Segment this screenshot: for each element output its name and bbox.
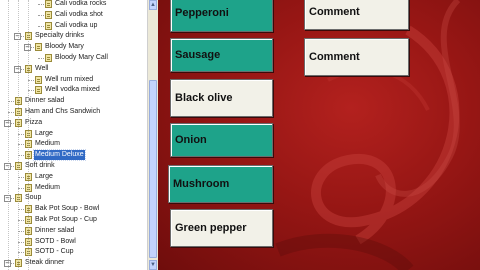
tree-item-label[interactable]: SOTD - Cup — [34, 247, 75, 257]
tree-guide-line — [28, 0, 29, 270]
menu-item-icon — [45, 21, 52, 30]
menu-item-icon — [45, 54, 52, 62]
tree-connector — [38, 14, 44, 16]
tree-item-label[interactable]: Dinner salad — [24, 96, 65, 106]
tree-item-label[interactable]: Pizza — [24, 118, 43, 128]
scroll-thumb[interactable] — [149, 80, 157, 258]
modifier-button-sausage[interactable]: Sausage — [170, 38, 273, 72]
menu-item-icon — [35, 86, 42, 95]
scroll-up-arrow-icon[interactable]: ▲ — [149, 0, 157, 10]
tree-guide-line — [8, 0, 9, 270]
comment-button-2[interactable]: Comment — [304, 38, 409, 76]
tree-item-label[interactable]: SOTD - Bowl — [34, 237, 77, 247]
tree-connector — [38, 4, 44, 5]
comment-button-1[interactable]: Comment — [304, 0, 409, 30]
menu-item-icon — [45, 10, 52, 19]
modifier-button-black-olive[interactable]: Black olive — [170, 79, 273, 117]
tree-scrollbar[interactable]: ▲ ▼ — [147, 0, 158, 270]
menu-tree[interactable]: Cali vodka rocks Cali vodka shot Cali vodk… — [0, 0, 147, 270]
tree-guide-line — [18, 0, 19, 270]
tree-item-label[interactable]: Large — [34, 129, 54, 139]
tree-item-label[interactable]: Soup — [24, 193, 42, 203]
modifier-button-pepperoni[interactable]: Pepperoni — [170, 0, 273, 32]
tree-connector — [38, 25, 44, 27]
tree-connector — [38, 58, 44, 59]
modifier-button-mushroom[interactable]: Mushroom — [168, 165, 273, 203]
scroll-down-arrow-icon[interactable]: ▼ — [149, 260, 157, 270]
tree-item-label[interactable]: Medium — [34, 139, 61, 149]
tree-item-label[interactable]: Bloody Mary — [44, 42, 85, 52]
tree-item-label[interactable]: Bloody Mary Call — [54, 53, 109, 63]
tree-item-label[interactable]: Medium Deluxe — [33, 149, 86, 162]
menu-item-icon — [35, 43, 42, 52]
menu-item-icon — [35, 75, 42, 84]
tree-item-label[interactable]: Medium — [34, 183, 61, 193]
tree-item-label[interactable]: Cali vodka shot — [54, 10, 104, 20]
tree-item-label[interactable]: Bak Pot Soup - Bowl — [34, 204, 100, 214]
modifier-button-green-pepper[interactable]: Green pepper — [170, 209, 273, 247]
tree-item-label[interactable]: Cali vodka rocks — [54, 0, 107, 9]
tree-item-label[interactable]: Ham and Chs Sandwich — [24, 107, 101, 117]
tree-item-label[interactable]: Well — [34, 64, 49, 74]
tree-item-label[interactable]: Well vodka mixed — [44, 85, 101, 95]
tree-item-label[interactable]: Cali vodka up — [54, 21, 98, 31]
modifier-button-onion[interactable]: Onion — [170, 123, 273, 157]
tree-item-label[interactable]: Specialty drinks — [34, 31, 85, 41]
modifier-panel: Pepperoni Sausage Black olive Onion Mush… — [158, 0, 480, 270]
tree-item-label[interactable]: Well rum mixed — [44, 75, 94, 85]
tree-item-label[interactable]: Large — [34, 172, 54, 182]
tree-item-label[interactable]: Steak dinner — [24, 258, 65, 268]
menu-item-icon — [45, 0, 52, 8]
tree-item-label[interactable]: Dinner salad — [34, 226, 75, 236]
tree-item-label[interactable]: Bak Pot Soup - Cup — [34, 215, 98, 225]
